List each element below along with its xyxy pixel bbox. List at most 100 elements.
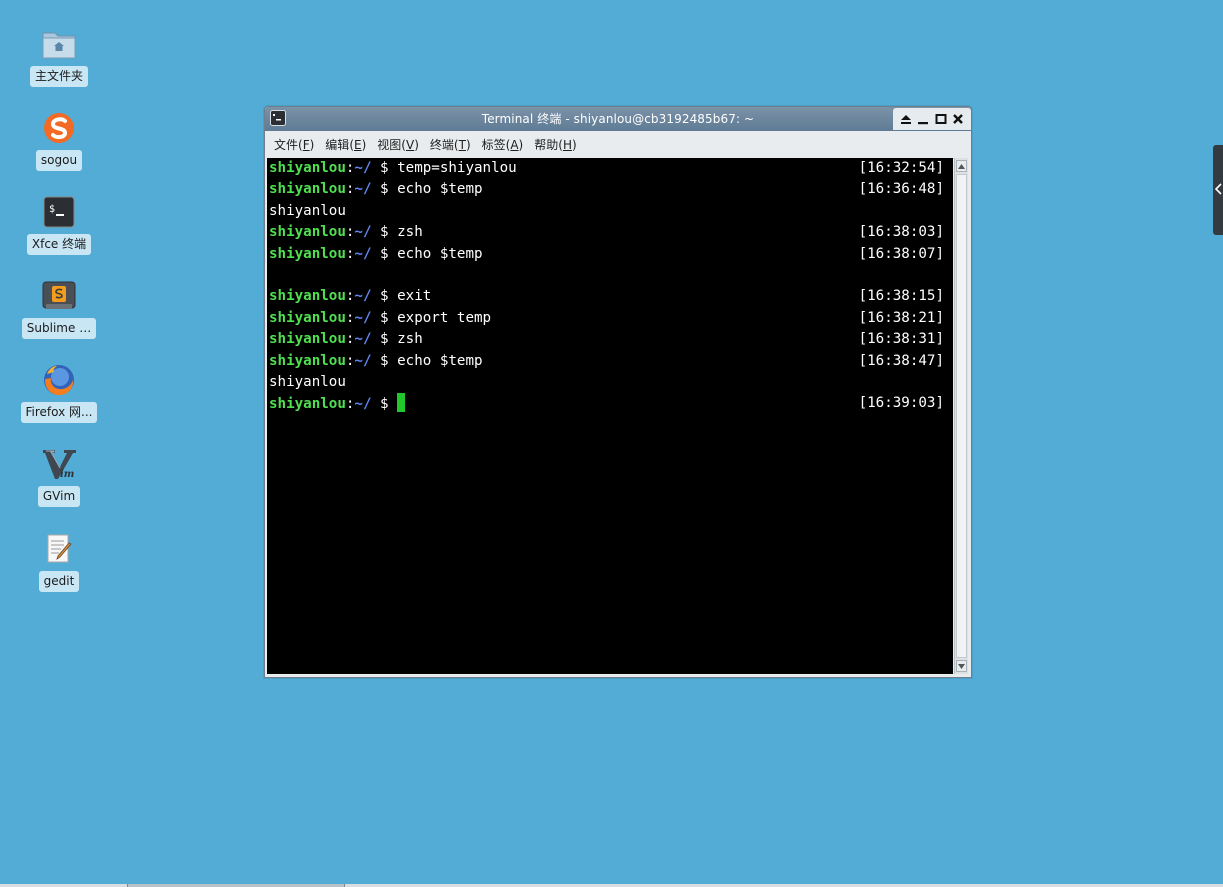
prompt-path: ~/ xyxy=(354,288,372,305)
menu-view[interactable]: 视图(V) xyxy=(377,136,419,153)
sublime-icon xyxy=(41,278,77,314)
prompt-path: ~/ xyxy=(354,331,372,348)
terminal-prompt-line: shiyanlou:~/ $ export temp [16:38:21] xyxy=(267,308,953,329)
terminal-icon: $ xyxy=(41,194,77,230)
prompt-dollar: $ xyxy=(371,352,398,369)
window-controls xyxy=(893,108,971,130)
prompt-dollar: $ xyxy=(371,331,398,348)
menu-file[interactable]: 文件(F) xyxy=(274,136,314,153)
home-folder-icon xyxy=(41,26,77,62)
desktop-icon-sublime[interactable]: Sublime … xyxy=(0,278,118,339)
close-button[interactable] xyxy=(951,112,965,126)
prompt-user: shiyanlou xyxy=(269,245,346,262)
maximize-icon xyxy=(935,114,947,124)
desktop-icon-label: sogou xyxy=(35,150,83,171)
desktop-icon-gedit[interactable]: gedit xyxy=(0,531,118,592)
terminal-prompt-line: shiyanlou:~/ $ zsh [16:38:03] xyxy=(267,222,953,243)
scroll-down-button[interactable] xyxy=(956,660,967,672)
terminal-prompt-line: shiyanlou:~/ $ [16:39:03] xyxy=(267,393,953,414)
side-panel-handle[interactable] xyxy=(1213,145,1223,235)
desktop-icon-gvim[interactable]: im GVim xyxy=(0,446,118,507)
terminal-scrollbar[interactable] xyxy=(954,158,968,674)
desktop-icon-xfce-terminal[interactable]: $ Xfce 终端 xyxy=(0,194,118,255)
prompt-user: shiyanlou xyxy=(269,288,346,305)
menu-terminal[interactable]: 终端(T) xyxy=(430,136,471,153)
prompt-user: shiyanlou xyxy=(269,309,346,326)
prompt-dollar: $ xyxy=(371,245,398,262)
prompt-path: ~/ xyxy=(354,352,372,369)
maximize-button[interactable] xyxy=(934,112,948,126)
terminal-output[interactable]: shiyanlou:~/ $ temp=shiyanlou [16:32:54] s… xyxy=(267,158,953,674)
eject-icon xyxy=(900,115,911,124)
svg-text:$: $ xyxy=(49,204,55,215)
scroll-up-button[interactable] xyxy=(956,160,967,172)
window-title: Terminal 终端 - shiyanlou@cb3192485b67: ~ xyxy=(481,112,755,126)
prompt-path: ~/ xyxy=(354,160,372,176)
command-text: zsh xyxy=(397,224,423,241)
output-text: shiyanlou xyxy=(269,202,346,219)
prompt-timestamp: [16:38:21] xyxy=(858,309,944,326)
terminal-prompt-line: shiyanlou:~/ $ zsh [16:38:31] xyxy=(267,329,953,350)
terminal-prompt-line: shiyanlou:~/ $ echo $temp [16:38:47] xyxy=(267,351,953,372)
menu-tabs[interactable]: 标签(A) xyxy=(482,136,524,153)
prompt-timestamp: [16:32:54] xyxy=(858,160,944,176)
terminal-prompt-line: shiyanlou:~/ $ echo $temp [16:36:48] xyxy=(267,179,953,200)
prompt-user: shiyanlou xyxy=(269,331,346,348)
command-text: zsh xyxy=(397,331,423,348)
command-text: echo $temp xyxy=(397,352,483,369)
desktop-icon-label: Xfce 终端 xyxy=(26,234,92,255)
gvim-icon: im xyxy=(41,446,77,482)
desktop-icon-firefox[interactable]: Firefox 网... xyxy=(0,362,118,423)
shade-button[interactable] xyxy=(899,112,913,126)
gedit-icon xyxy=(41,531,77,567)
prompt-timestamp: [16:38:31] xyxy=(858,331,944,348)
prompt-timestamp: [16:39:03] xyxy=(858,395,944,412)
command-text: exit xyxy=(397,288,432,305)
terminal-prompt-line: shiyanlou:~/ $ temp=shiyanlou [16:32:54] xyxy=(267,158,953,179)
menu-bar: 文件(F) 编辑(E) 视图(V) 终端(T) 标签(A) 帮助(H) xyxy=(265,132,971,156)
desktop-icon-label: gedit xyxy=(38,571,80,592)
prompt-dollar: $ xyxy=(371,309,398,326)
prompt-dollar: $ xyxy=(371,224,398,241)
output-text: shiyanlou xyxy=(269,373,346,390)
arrow-up-icon xyxy=(958,163,965,169)
sogou-icon xyxy=(41,110,77,146)
command-text: temp=shiyanlou xyxy=(397,160,517,176)
prompt-timestamp: [16:38:07] xyxy=(858,245,944,262)
desktop-icon-label: GVim xyxy=(37,486,81,507)
terminal-prompt-line: shiyanlou:~/ $ echo $temp [16:38:07] xyxy=(267,244,953,265)
command-text: export temp xyxy=(397,309,492,326)
menu-help[interactable]: 帮助(H) xyxy=(534,136,576,153)
prompt-path: ~/ xyxy=(354,181,372,198)
prompt-timestamp: [16:38:47] xyxy=(858,352,944,369)
chevron-left-icon xyxy=(1214,183,1222,195)
firefox-icon xyxy=(41,362,77,398)
prompt-path: ~/ xyxy=(354,309,372,326)
prompt-path: ~/ xyxy=(354,245,372,262)
prompt-path: ~/ xyxy=(354,396,372,413)
prompt-user: shiyanlou xyxy=(269,181,346,198)
desktop-icon-sogou[interactable]: sogou xyxy=(0,110,118,171)
terminal-output-line: shiyanlou xyxy=(267,201,953,222)
prompt-user: shiyanlou xyxy=(269,396,346,413)
prompt-user: shiyanlou xyxy=(269,224,346,241)
prompt-dollar: $ xyxy=(371,288,398,305)
minimize-icon xyxy=(918,122,929,125)
close-icon xyxy=(953,114,964,124)
arrow-down-icon xyxy=(958,663,965,669)
menu-edit[interactable]: 编辑(E) xyxy=(325,136,366,153)
prompt-user: shiyanlou xyxy=(269,160,346,176)
terminal-output-line: shiyanlou xyxy=(267,372,953,393)
desktop-icon-label: 主文件夹 xyxy=(29,66,88,87)
terminal-window[interactable]: Terminal 终端 - shiyanlou@cb3192485b67: ~ … xyxy=(264,106,972,678)
scroll-thumb[interactable] xyxy=(956,174,967,658)
prompt-timestamp: [16:38:03] xyxy=(858,224,944,241)
command-text: echo $temp xyxy=(397,181,483,198)
desktop-icon-label: Firefox 网... xyxy=(20,402,98,423)
window-titlebar[interactable]: Terminal 终端 - shiyanlou@cb3192485b67: ~ xyxy=(265,107,971,131)
prompt-dollar: $ xyxy=(371,396,398,413)
prompt-timestamp: [16:36:48] xyxy=(858,181,944,198)
desktop-icon-home-folder[interactable]: 主文件夹 xyxy=(0,26,118,87)
minimize-button[interactable] xyxy=(916,112,930,126)
